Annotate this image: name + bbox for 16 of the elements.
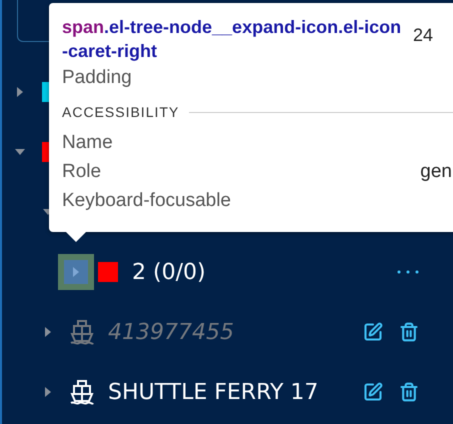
delete-icon[interactable] xyxy=(399,382,419,402)
node-label[interactable]: 413977455 xyxy=(108,320,347,344)
property-label: Padding xyxy=(62,66,132,88)
element-size: 24 xyxy=(412,25,433,46)
property-label: Name xyxy=(62,132,113,154)
section-title: ACCESSIBILITY xyxy=(62,104,180,120)
element-selector: span.el-tree-node__expand-icon.el-icon-caret-right xyxy=(62,16,402,63)
edit-icon[interactable] xyxy=(363,382,383,402)
edit-icon[interactable] xyxy=(363,322,383,342)
more-icon[interactable] xyxy=(397,270,419,274)
property-value: gen xyxy=(420,160,452,182)
node-label[interactable]: SHUTTLE FERRY 17 xyxy=(108,380,347,404)
property-label: Keyboard-focusable xyxy=(62,190,231,212)
node-label[interactable]: 2 (0/0) xyxy=(132,260,381,284)
property-label: Role xyxy=(62,160,102,182)
delete-icon[interactable] xyxy=(399,322,419,342)
